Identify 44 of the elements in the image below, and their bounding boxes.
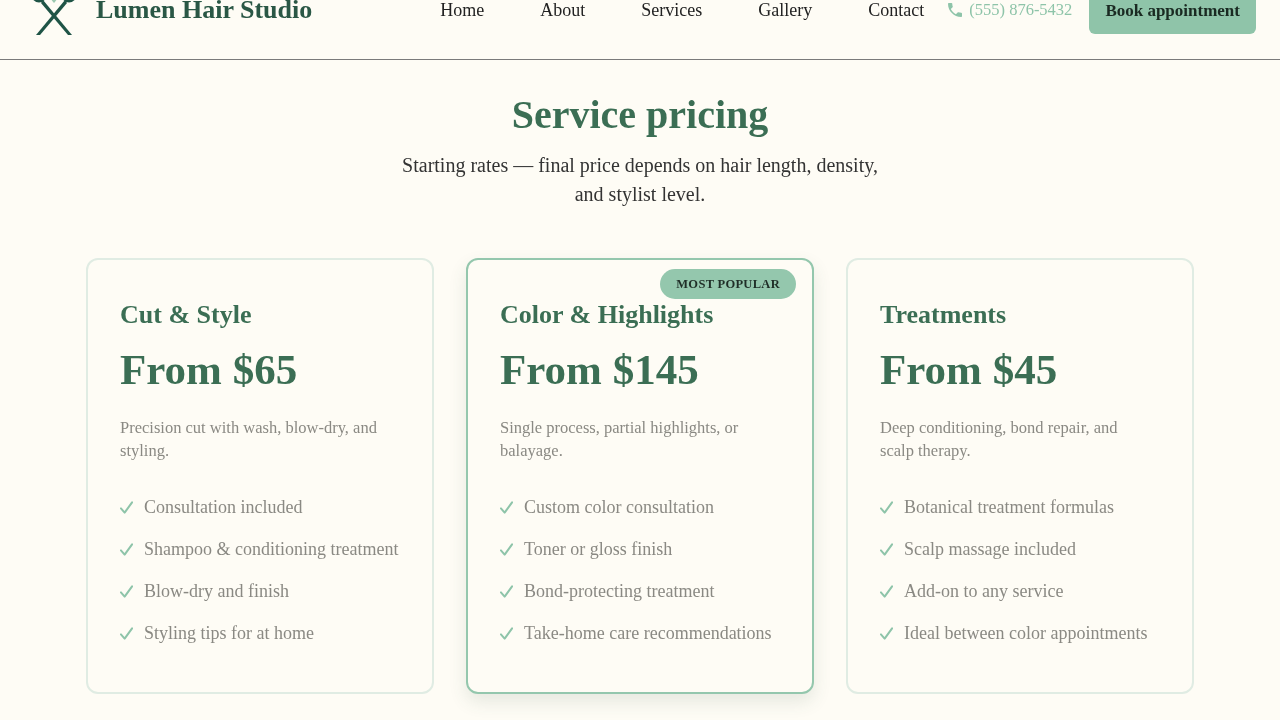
check-icon bbox=[120, 626, 133, 640]
card-description: Deep conditioning, bond repair, and scalp therapy. bbox=[880, 417, 1119, 462]
popular-badge: MOST POPULAR bbox=[660, 269, 796, 299]
feature-text: Add-on to any service bbox=[904, 580, 1064, 602]
check-icon bbox=[880, 542, 893, 556]
price: From $45 bbox=[880, 345, 1059, 395]
feature-text: Ideal between color appointments bbox=[904, 622, 1148, 644]
section-subtitle: Starting rates — final price depends on hair length, density, and stylist level. bbox=[401, 153, 879, 208]
check-icon bbox=[500, 584, 513, 598]
check-icon bbox=[880, 626, 893, 640]
check-icon bbox=[500, 500, 513, 514]
feature-text: Custom color consultation bbox=[524, 496, 714, 518]
nav-link[interactable]: Gallery bbox=[758, 0, 813, 21]
nav-link[interactable]: Home bbox=[440, 0, 485, 21]
book-appointment-button[interactable]: Book appointment bbox=[1089, 0, 1256, 34]
feature-text: Toner or gloss finish bbox=[524, 538, 673, 560]
check-icon bbox=[880, 500, 893, 514]
card-description: Precision cut with wash, blow-dry, and styling. bbox=[120, 417, 378, 462]
check-icon bbox=[120, 542, 133, 556]
price: From $145 bbox=[500, 345, 700, 395]
feature-text: Styling tips for at home bbox=[144, 622, 314, 644]
check-icon bbox=[120, 500, 133, 514]
phone-icon bbox=[948, 3, 963, 17]
feature-text: Blow-dry and finish bbox=[144, 580, 289, 602]
nav-link[interactable]: Contact bbox=[868, 0, 925, 21]
card-title: Treatments bbox=[880, 299, 1008, 331]
feature-text: Consultation included bbox=[144, 496, 303, 518]
nav-link[interactable]: About bbox=[540, 0, 586, 21]
feature-text: Bond-protecting treatment bbox=[524, 580, 715, 602]
brand-name: Lumen Hair Studio bbox=[96, 0, 313, 25]
check-icon bbox=[880, 584, 893, 598]
feature-text: Shampoo & conditioning treatment bbox=[144, 538, 399, 560]
feature-text: Scalp massage included bbox=[904, 538, 1076, 560]
section-title: Service pricing bbox=[511, 92, 769, 138]
feature-text: Take-home care recommendations bbox=[524, 622, 772, 644]
card-title: Cut & Style bbox=[120, 299, 253, 331]
check-icon bbox=[500, 626, 513, 640]
feature-text: Botanical treatment formulas bbox=[904, 496, 1114, 518]
price: From $65 bbox=[120, 345, 299, 395]
nav-link[interactable]: Services bbox=[641, 0, 703, 21]
card-description: Single process, partial highlights, or balayage. bbox=[500, 417, 740, 462]
check-icon bbox=[120, 584, 133, 598]
check-icon bbox=[500, 542, 513, 556]
card-title: Color & Highlights bbox=[500, 299, 715, 331]
